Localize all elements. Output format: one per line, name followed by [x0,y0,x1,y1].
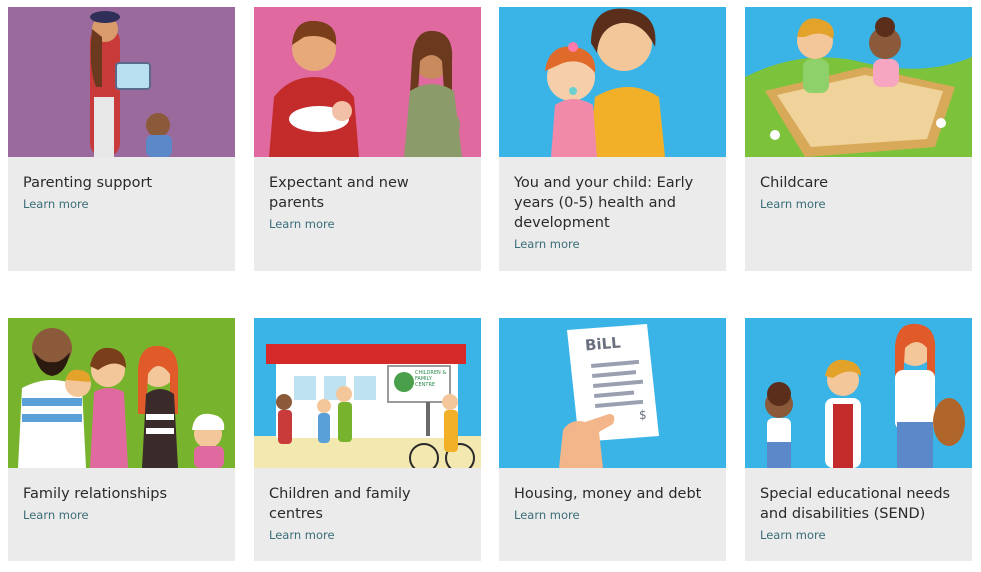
learn-more-link[interactable]: Learn more [23,196,220,212]
card-title: Special educational needs and disabiliti… [760,486,951,522]
learn-more-link[interactable]: Learn more [760,527,957,543]
card-childcare[interactable]: Childcare Learn more [745,7,972,271]
learn-more-link[interactable]: Learn more [514,236,711,252]
card-housing-money-and-debt[interactable]: BiLL $ Housing, money and debt Learn mor… [499,318,726,561]
learn-more-link[interactable]: Learn more [760,196,957,212]
card-title: Children and family centres [269,486,411,522]
card-title: You and your child: Early years (0-5) he… [514,175,694,231]
children-in-sandpit-illustration [745,7,972,157]
learn-more-link[interactable]: Learn more [269,216,466,232]
school-children-illustration [745,318,972,468]
father-with-baby-illustration [254,7,481,157]
card-title: Childcare [760,175,828,191]
parent-with-tablet-illustration [8,7,235,157]
centre-sign-text: CHILDREN & FAMILY CENTRE [415,370,447,388]
learn-more-link[interactable]: Learn more [269,527,466,543]
card-parenting-support[interactable]: Parenting support Learn more [8,7,235,271]
bill-dollar-symbol: $ [639,408,647,422]
card-title: Family relationships [23,486,168,502]
bill-label: BiLL [584,333,622,355]
card-title: Housing, money and debt [514,486,702,502]
card-send[interactable]: Special educational needs and disabiliti… [745,318,972,561]
card-early-years-health[interactable]: You and your child: Early years (0-5) he… [499,7,726,271]
card-family-relationships[interactable]: Family relationships Learn more [8,318,235,561]
mother-holding-toddler-illustration [499,7,726,157]
children-centre-building-illustration: CHILDREN & FAMILY CENTRE [254,318,481,468]
card-children-and-family-centres[interactable]: CHILDREN & FAMILY CENTRE Children and fa… [254,318,481,561]
learn-more-link[interactable]: Learn more [514,507,711,523]
card-expectant-and-new-parents[interactable]: Expectant and new parents Learn more [254,7,481,271]
hand-holding-bill-illustration: BiLL $ [499,318,726,468]
family-group-illustration [8,318,235,468]
learn-more-link[interactable]: Learn more [23,507,220,523]
card-title: Expectant and new parents [269,175,409,211]
card-title: Parenting support [23,175,153,191]
